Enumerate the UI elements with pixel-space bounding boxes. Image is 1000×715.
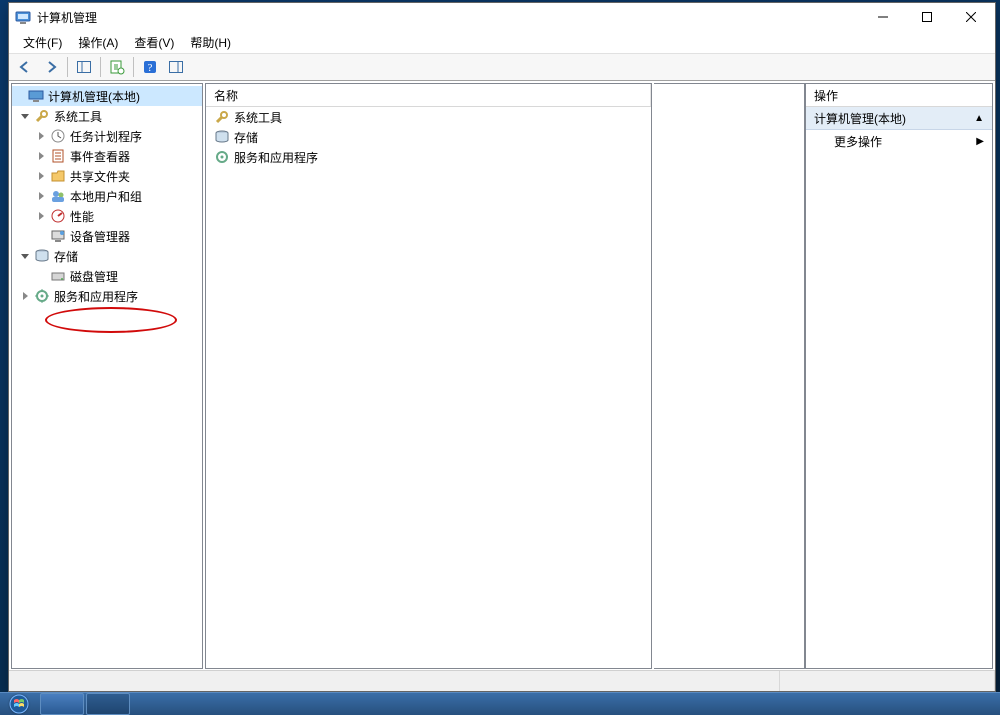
list-header[interactable]: 名称 — [206, 84, 651, 107]
minimize-button[interactable] — [861, 3, 905, 31]
list-item-storage[interactable]: 存储 — [206, 127, 651, 147]
chevron-right-icon: ▶ — [976, 136, 984, 147]
show-hide-tree-button[interactable] — [72, 55, 96, 79]
detail-list-pane[interactable]: 名称 系统工具 存储 服务和应用程序 — [205, 83, 652, 669]
tree-label: 本地用户和组 — [70, 188, 146, 205]
performance-icon — [50, 208, 66, 224]
event-log-icon — [50, 148, 66, 164]
close-button[interactable] — [949, 3, 993, 31]
properties-button[interactable] — [105, 55, 129, 79]
expand-icon[interactable] — [34, 189, 48, 203]
disk-icon — [50, 268, 66, 284]
list-item-label: 服务和应用程序 — [234, 149, 318, 166]
tree-local-users-groups[interactable]: 本地用户和组 — [12, 186, 202, 206]
menu-action[interactable]: 操作(A) — [70, 32, 126, 53]
services-icon — [34, 288, 50, 304]
expand-icon[interactable] — [34, 209, 48, 223]
tree-label: 系统工具 — [54, 108, 106, 125]
app-icon — [15, 9, 31, 25]
blank-twist — [34, 269, 48, 283]
actions-pane: 操作 计算机管理(本地) ▲ 更多操作 ▶ — [805, 83, 993, 669]
tree-label: 服务和应用程序 — [54, 288, 142, 305]
tools-icon — [34, 108, 50, 124]
list-item-label: 存储 — [234, 129, 258, 146]
blank-twist — [12, 89, 26, 103]
tree-shared-folders[interactable]: 共享文件夹 — [12, 166, 202, 186]
tools-icon — [214, 109, 230, 125]
tree-task-scheduler[interactable]: 任务计划程序 — [12, 126, 202, 146]
tree-label: 事件查看器 — [70, 148, 134, 165]
tree-device-manager[interactable]: 设备管理器 — [12, 226, 202, 246]
list-item-label: 系统工具 — [234, 109, 282, 126]
toolbar-separator — [100, 57, 101, 77]
chevron-up-icon: ▲ — [974, 113, 984, 124]
forward-button[interactable] — [39, 55, 63, 79]
taskbar[interactable] — [0, 692, 1000, 715]
tree-label: 共享文件夹 — [70, 168, 134, 185]
list-item-services-apps[interactable]: 服务和应用程序 — [206, 147, 651, 167]
tree-root-computer-management[interactable]: 计算机管理(本地) — [12, 86, 202, 106]
show-hide-action-pane-button[interactable] — [164, 55, 188, 79]
window-title: 计算机管理 — [37, 9, 97, 26]
tree-label: 性能 — [70, 208, 98, 225]
computer-icon — [28, 88, 44, 104]
tree-services-apps[interactable]: 服务和应用程序 — [12, 286, 202, 306]
expand-icon[interactable] — [34, 129, 48, 143]
blank-twist — [34, 229, 48, 243]
tree-performance[interactable]: 性能 — [12, 206, 202, 226]
empty-sub-pane — [654, 83, 805, 669]
storage-icon — [34, 248, 50, 264]
taskbar-item[interactable] — [40, 693, 84, 715]
device-manager-icon — [50, 228, 66, 244]
taskbar-item[interactable] — [86, 693, 130, 715]
menu-file[interactable]: 文件(F) — [15, 32, 70, 53]
computer-management-window: 计算机管理 文件(F) 操作(A) 查看(V) 帮助(H) — [8, 2, 996, 692]
start-button[interactable] — [0, 693, 38, 715]
actions-more[interactable]: 更多操作 ▶ — [806, 130, 992, 152]
expand-icon[interactable] — [34, 149, 48, 163]
help-button[interactable]: ? — [138, 55, 162, 79]
column-name[interactable]: 名称 — [206, 84, 651, 106]
storage-icon — [214, 129, 230, 145]
shared-folder-icon — [50, 168, 66, 184]
tree-disk-management[interactable]: 磁盘管理 — [12, 266, 202, 286]
collapse-icon[interactable] — [18, 249, 32, 263]
status-bar — [9, 670, 995, 691]
tree-label: 设备管理器 — [70, 228, 134, 245]
expand-icon[interactable] — [18, 289, 32, 303]
tree-event-viewer[interactable]: 事件查看器 — [12, 146, 202, 166]
collapse-icon[interactable] — [18, 109, 32, 123]
navigation-tree-pane[interactable]: 计算机管理(本地) — [11, 83, 203, 669]
title-bar[interactable]: 计算机管理 — [9, 3, 995, 31]
menu-help[interactable]: 帮助(H) — [182, 32, 239, 53]
clock-icon — [50, 128, 66, 144]
toolbar-separator — [67, 57, 68, 77]
actions-header: 操作 — [806, 84, 992, 107]
toolbar: ? — [9, 53, 995, 81]
users-icon — [50, 188, 66, 204]
services-icon — [214, 149, 230, 165]
menu-view[interactable]: 查看(V) — [126, 32, 182, 53]
toolbar-separator — [133, 57, 134, 77]
list-item-system-tools[interactable]: 系统工具 — [206, 107, 651, 127]
actions-section-computer-management[interactable]: 计算机管理(本地) ▲ — [806, 107, 992, 130]
tree-label: 计算机管理(本地) — [48, 88, 144, 105]
maximize-button[interactable] — [905, 3, 949, 31]
tree-label: 磁盘管理 — [70, 268, 122, 285]
tree-system-tools[interactable]: 系统工具 — [12, 106, 202, 126]
expand-icon[interactable] — [34, 169, 48, 183]
tree-label: 存储 — [54, 248, 82, 265]
tree-label: 任务计划程序 — [70, 128, 146, 145]
tree-storage[interactable]: 存储 — [12, 246, 202, 266]
back-button[interactable] — [13, 55, 37, 79]
menu-bar: 文件(F) 操作(A) 查看(V) 帮助(H) — [9, 31, 995, 53]
svg-text:?: ? — [148, 62, 153, 74]
